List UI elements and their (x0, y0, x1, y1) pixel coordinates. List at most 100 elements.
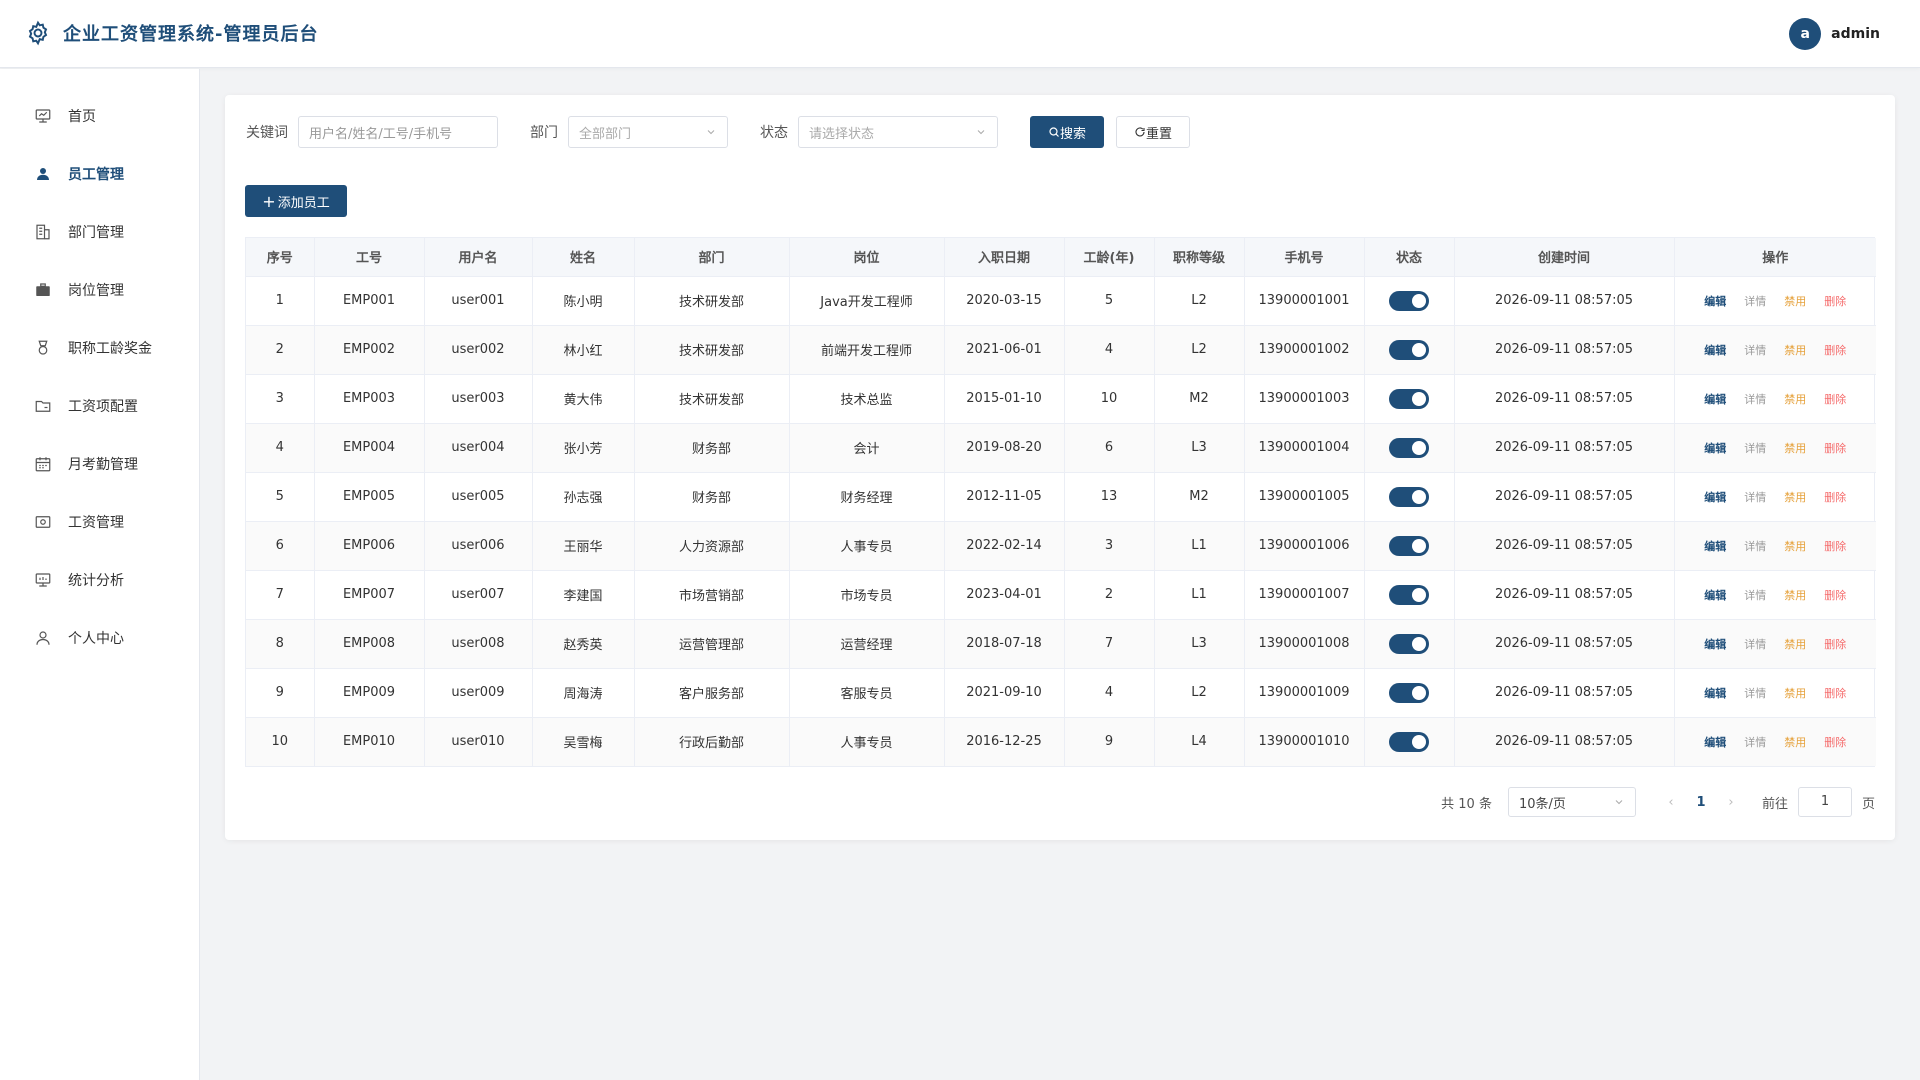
status-toggle[interactable] (1389, 584, 1429, 605)
cell-name: 王丽华 (532, 521, 635, 571)
sidebar-item-salary-config[interactable]: 工资项配置 (0, 377, 199, 435)
delete-button[interactable]: 删除 (1824, 636, 1846, 652)
sidebar-item-bonus[interactable]: 职称工龄奖金 (0, 319, 199, 377)
edit-button[interactable]: 编辑 (1704, 440, 1726, 456)
status-select[interactable]: 请选择状态 (798, 116, 998, 148)
disable-button[interactable]: 禁用 (1784, 538, 1806, 554)
next-page-button[interactable]: › (1716, 795, 1746, 810)
column-header: 用户名 (424, 238, 533, 277)
disable-button[interactable]: 禁用 (1784, 293, 1806, 309)
delete-button[interactable]: 删除 (1824, 734, 1846, 750)
delete-button[interactable]: 删除 (1824, 538, 1846, 554)
disable-button[interactable]: 禁用 (1784, 440, 1806, 456)
goto-page-input[interactable]: 1 (1797, 787, 1852, 817)
disable-button[interactable]: 禁用 (1784, 342, 1806, 358)
edit-button[interactable]: 编辑 (1704, 342, 1726, 358)
detail-button[interactable]: 详情 (1744, 489, 1766, 505)
cell-emp-id: EMP009 (314, 668, 425, 718)
cell-hire-date: 2021-06-01 (944, 325, 1065, 375)
user-menu[interactable]: a admin (1789, 18, 1880, 50)
delete-button[interactable]: 删除 (1824, 440, 1846, 456)
cell-no: 4 (246, 423, 315, 473)
disable-button[interactable]: 禁用 (1784, 636, 1806, 652)
keyword-input[interactable]: 用户名/姓名/工号/手机号 (298, 116, 498, 148)
reset-button[interactable]: 重置 (1116, 116, 1190, 148)
pagination: 共 10 条 10条/页 ‹ 1 › 前往 1 页 (1441, 787, 1875, 817)
edit-button[interactable]: 编辑 (1704, 636, 1726, 652)
cell-status (1364, 325, 1455, 375)
search-button-label: 搜索 (1059, 126, 1086, 142)
cell-username: user001 (424, 276, 533, 326)
detail-button[interactable]: 详情 (1744, 685, 1766, 701)
status-toggle[interactable] (1389, 535, 1429, 556)
detail-button[interactable]: 详情 (1744, 342, 1766, 358)
sidebar-item-departments[interactable]: 部门管理 (0, 203, 199, 261)
cell-no: 2 (246, 325, 315, 375)
username[interactable]: admin (1831, 26, 1880, 42)
search-button[interactable]: 搜索 (1030, 116, 1104, 148)
sidebar: 首页 员工管理 部门管理 岗位管理 职称工龄奖金 工资项配置 月考勤管理 工资管… (0, 69, 200, 1080)
delete-button[interactable]: 删除 (1824, 685, 1846, 701)
disable-button[interactable]: 禁用 (1784, 734, 1806, 750)
disable-button[interactable]: 禁用 (1784, 391, 1806, 407)
sidebar-item-profile[interactable]: 个人中心 (0, 609, 199, 667)
page-number[interactable]: 1 (1686, 795, 1716, 810)
status-toggle[interactable] (1389, 633, 1429, 654)
status-toggle[interactable] (1389, 486, 1429, 507)
edit-button[interactable]: 编辑 (1704, 734, 1726, 750)
sidebar-item-employees[interactable]: 员工管理 (0, 145, 199, 203)
detail-button[interactable]: 详情 (1744, 538, 1766, 554)
prev-page-button[interactable]: ‹ (1656, 795, 1686, 810)
delete-button[interactable]: 删除 (1824, 587, 1846, 603)
edit-button[interactable]: 编辑 (1704, 538, 1726, 554)
status-toggle[interactable] (1389, 388, 1429, 409)
page-size-value: 10条/页 (1518, 796, 1566, 812)
disable-button[interactable]: 禁用 (1784, 587, 1806, 603)
avatar[interactable]: a (1789, 18, 1822, 50)
delete-button[interactable]: 删除 (1824, 489, 1846, 505)
edit-button[interactable]: 编辑 (1704, 391, 1726, 407)
cell-status (1364, 374, 1455, 424)
detail-button[interactable]: 详情 (1744, 293, 1766, 309)
add-employee-button[interactable]: + 添加员工 (245, 185, 347, 217)
cell-dept: 技术研发部 (634, 325, 790, 375)
table-header: 序号 工号 用户名 姓名 部门 岗位 入职日期 工龄(年) 职称等级 手机号 状态 创建时间 操作 (246, 238, 1876, 277)
cell-post: 人事专员 (789, 717, 945, 766)
detail-button[interactable]: 详情 (1744, 636, 1766, 652)
edit-button[interactable]: 编辑 (1704, 293, 1726, 309)
delete-button[interactable]: 删除 (1824, 342, 1846, 358)
delete-button[interactable]: 删除 (1824, 293, 1846, 309)
status-toggle[interactable] (1389, 682, 1429, 703)
sidebar-item-positions[interactable]: 岗位管理 (0, 261, 199, 319)
status-toggle[interactable] (1389, 339, 1429, 360)
edit-button[interactable]: 编辑 (1704, 587, 1726, 603)
cell-name: 黄大伟 (532, 374, 635, 424)
status-toggle[interactable] (1389, 731, 1429, 752)
sidebar-item-attendance[interactable]: 月考勤管理 (0, 435, 199, 493)
disable-button[interactable]: 禁用 (1784, 489, 1806, 505)
status-toggle[interactable] (1389, 290, 1429, 311)
page-size-select[interactable]: 10条/页 (1507, 787, 1636, 817)
status-label: 状态 (760, 125, 788, 141)
dept-select[interactable]: 全部部门 (568, 116, 728, 148)
sidebar-item-home[interactable]: 首页 (0, 87, 199, 145)
cell-username: user009 (424, 668, 533, 718)
detail-button[interactable]: 详情 (1744, 440, 1766, 456)
disable-button[interactable]: 禁用 (1784, 685, 1806, 701)
delete-button[interactable]: 删除 (1824, 391, 1846, 407)
edit-button[interactable]: 编辑 (1704, 489, 1726, 505)
sidebar-item-statistics[interactable]: 统计分析 (0, 551, 199, 609)
edit-button[interactable]: 编辑 (1704, 685, 1726, 701)
detail-button[interactable]: 详情 (1744, 391, 1766, 407)
cell-post: 前端开发工程师 (789, 325, 945, 375)
detail-button[interactable]: 详情 (1744, 734, 1766, 750)
sidebar-item-label: 岗位管理 (68, 283, 124, 299)
sidebar-item-salary[interactable]: 工资管理 (0, 493, 199, 551)
cell-level: L1 (1154, 521, 1245, 571)
cell-name: 林小红 (532, 325, 635, 375)
cell-username: user008 (424, 619, 533, 669)
table-row: 7 EMP007 user007 李建国 市场营销部 市场专员 2023-04-01 2 L1 1… (246, 570, 1876, 620)
status-toggle[interactable] (1389, 437, 1429, 458)
cell-actions: 编辑 详情 禁用 删除 (1674, 325, 1876, 375)
detail-button[interactable]: 详情 (1744, 587, 1766, 603)
